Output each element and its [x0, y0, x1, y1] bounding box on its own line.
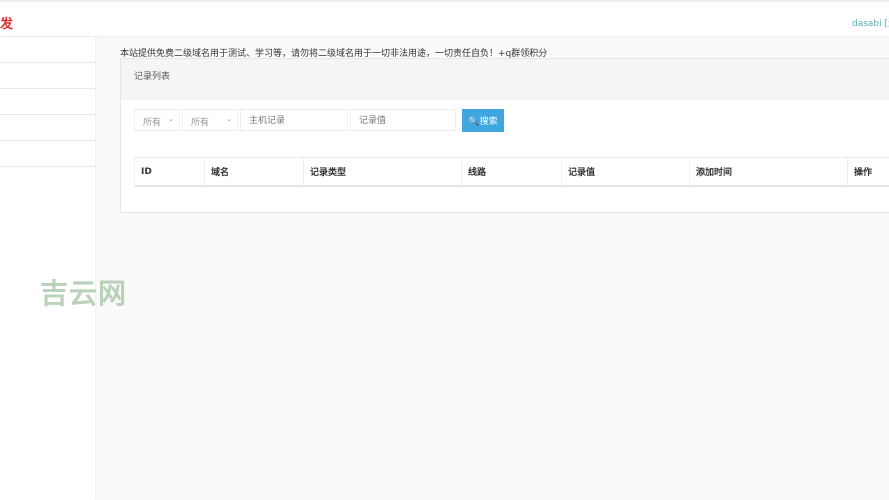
col-value[interactable]: 记录值	[561, 157, 690, 187]
search-button[interactable]: 🔍搜索	[462, 109, 504, 132]
chevron-down-icon: ⌄	[168, 115, 174, 123]
filter-bar: 所有 ⌄ 所有 ⌄ 🔍搜索	[134, 109, 504, 132]
table-header-row: ID 域名 记录类型 线路 记录值 添加时间 操作	[134, 157, 889, 187]
sidebar-item[interactable]	[0, 89, 95, 115]
col-domain[interactable]: 域名	[204, 157, 304, 187]
sidebar-item[interactable]	[0, 115, 95, 141]
sidebar	[0, 37, 95, 500]
host-record-input[interactable]	[240, 109, 348, 131]
line-select[interactable]: 所有 ⌄	[182, 109, 238, 131]
user-menu[interactable]: dasabi [退	[852, 16, 889, 29]
watermark: 吉云网	[40, 277, 128, 310]
type-select-value: 所有	[143, 118, 162, 128]
sidebar-item[interactable]	[0, 37, 95, 63]
sidebar-item[interactable]	[0, 141, 95, 167]
chevron-down-icon: ⌄	[226, 115, 232, 123]
record-list-panel: 记录列表 所有 ⌄ 所有 ⌄ 🔍搜索 ID 域名 记录类型 线路 记录值 添加时间 …	[120, 58, 889, 213]
brand-logo[interactable]: 发	[0, 13, 13, 32]
sidebar-item[interactable]	[0, 63, 95, 89]
col-id[interactable]: ID	[134, 157, 205, 187]
top-header: 发 dasabi [退	[0, 0, 889, 36]
col-time[interactable]: 添加时间	[689, 157, 848, 187]
col-action[interactable]: 操作	[847, 157, 889, 187]
panel-title: 记录列表	[121, 59, 889, 100]
col-type[interactable]: 记录类型	[303, 157, 462, 187]
records-table: ID 域名 记录类型 线路 记录值 添加时间 操作	[134, 157, 889, 187]
type-select[interactable]: 所有 ⌄	[134, 109, 180, 131]
search-label: 搜索	[479, 116, 498, 126]
record-value-input[interactable]	[350, 109, 456, 131]
line-select-value: 所有	[191, 118, 210, 128]
col-line[interactable]: 线路	[461, 157, 562, 187]
search-icon: 🔍	[468, 116, 480, 126]
